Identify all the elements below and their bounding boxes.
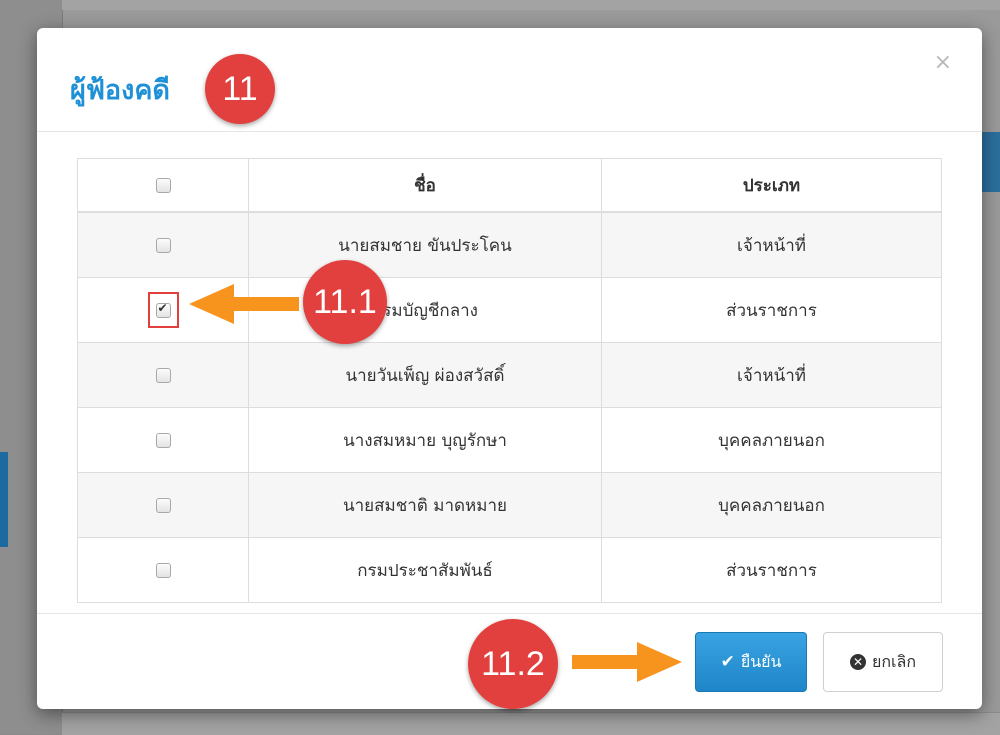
row-name: นายวันเพ็ญ ผ่องสวัสดิ์	[248, 342, 602, 408]
plaintiff-modal: ผู้ฟ้องคดี × 11 ชื่อ ประเภท นายสมชาย ขัน…	[37, 28, 982, 709]
step-callout-11-1: 11.1	[303, 260, 387, 344]
modal-footer: 11.2 ✔ ยืนยัน ✕ ยกเลิก	[37, 613, 982, 710]
table-header-row: ชื่อ ประเภท	[77, 158, 942, 213]
row-name: กรมประชาสัมพันธ์	[248, 537, 602, 603]
row-select-cell	[77, 472, 249, 538]
check-icon: ✔	[720, 652, 735, 672]
confirm-button[interactable]: ✔ ยืนยัน	[695, 632, 807, 692]
table-row[interactable]: นายสมชาย ขันประโคน เจ้าหน้าที่	[77, 211, 942, 278]
row-select-cell	[77, 211, 249, 278]
arrow-left-icon	[189, 284, 299, 324]
background-accent-right	[980, 132, 1000, 192]
row-checkbox[interactable]	[155, 497, 171, 513]
arrow-right-icon	[572, 642, 682, 682]
row-type: บุคคลภายนอก	[601, 472, 942, 538]
row-checkbox[interactable]	[155, 367, 171, 383]
row-type: ส่วนราชการ	[601, 277, 942, 343]
row-type: ส่วนราชการ	[601, 537, 942, 603]
background-header	[62, 0, 1000, 10]
row-select-cell	[77, 342, 249, 408]
select-all-checkbox[interactable]	[155, 177, 171, 193]
cancel-button-label: ยกเลิก	[871, 651, 917, 671]
row-name: นายสมชาย ขันประโคน	[248, 211, 602, 278]
row-name: กรมบัญชีกลาง	[248, 277, 602, 343]
close-icon[interactable]: ×	[934, 50, 952, 75]
row-select-cell	[77, 537, 249, 603]
plaintiff-table: ชื่อ ประเภท นายสมชาย ขันประโคน เจ้าหน้าท…	[77, 158, 942, 603]
row-type: เจ้าหน้าที่	[601, 342, 942, 408]
checkbox-highlight-box	[147, 292, 179, 328]
header-type: ประเภท	[601, 158, 942, 213]
times-circle-icon: ✕	[849, 654, 866, 670]
row-name: นายสมชาติ มาดหมาย	[248, 472, 602, 538]
confirm-button-label: ยืนยัน	[740, 651, 782, 671]
table-row[interactable]: กรมประชาสัมพันธ์ ส่วนราชการ	[77, 537, 942, 603]
header-name: ชื่อ	[248, 158, 602, 213]
table-row[interactable]: นางสมหมาย บุญรักษา บุคคลภายนอก	[77, 407, 942, 473]
row-select-cell	[77, 407, 249, 473]
table-row[interactable]: นายสมชาติ มาดหมาย บุคคลภายนอก	[77, 472, 942, 538]
table-row[interactable]: นายวันเพ็ญ ผ่องสวัสดิ์ เจ้าหน้าที่	[77, 342, 942, 408]
row-name: นางสมหมาย บุญรักษา	[248, 407, 602, 473]
row-checkbox[interactable]	[155, 301, 171, 318]
cancel-button[interactable]: ✕ ยกเลิก	[823, 632, 943, 692]
row-type: เจ้าหน้าที่	[601, 211, 942, 278]
row-checkbox[interactable]	[155, 562, 171, 578]
row-checkbox[interactable]	[155, 237, 171, 253]
row-type: บุคคลภายนอก	[601, 407, 942, 473]
background-footer	[62, 712, 1000, 735]
modal-title: ผู้ฟ้องคดี	[70, 75, 170, 106]
background-accent-left	[0, 452, 8, 547]
modal-header: ผู้ฟ้องคดี ×	[37, 28, 982, 132]
row-checkbox[interactable]	[155, 432, 171, 448]
step-callout-11: 11	[205, 54, 275, 124]
header-select-all	[77, 158, 249, 213]
step-callout-11-2: 11.2	[468, 619, 558, 709]
